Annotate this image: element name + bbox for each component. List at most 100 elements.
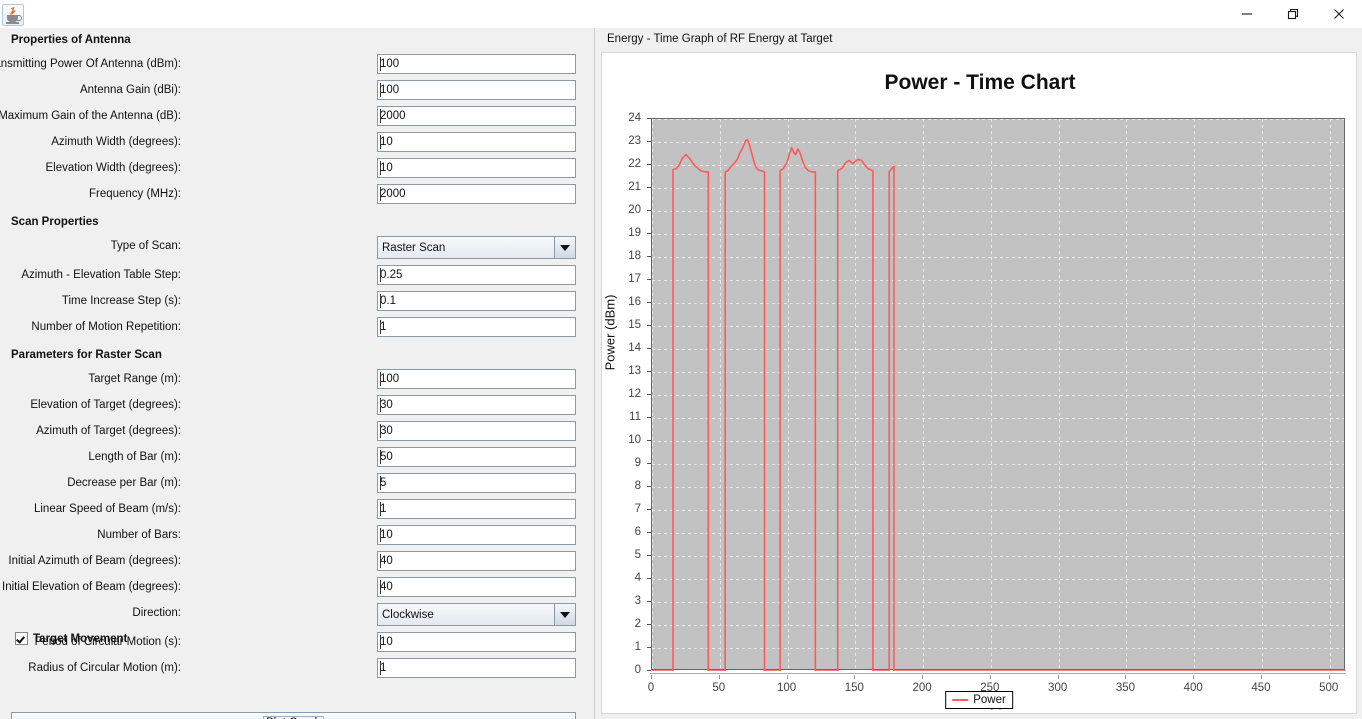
legend-color-swatch <box>952 699 969 701</box>
input-elevation-of-target-degrees[interactable]: 30 <box>377 395 576 415</box>
x-axis-tick-label: 100 <box>776 682 797 694</box>
y-axis-tick-label: 23 <box>628 135 641 147</box>
x-axis-tick-label: 500 <box>1319 682 1339 694</box>
close-icon[interactable] <box>1316 0 1362 28</box>
field-label: Frequency (MHz): <box>88 188 181 200</box>
y-axis-label: Power (dBm) <box>602 294 618 371</box>
field-label: Decrease per Bar (m): <box>67 477 181 489</box>
legend-label: Power <box>973 694 1006 706</box>
parameters-panel: Properties of Antenna Transmitting Power … <box>0 28 595 719</box>
field-label: Length of Bar (m): <box>88 451 181 463</box>
window-titlebar <box>0 0 1362 28</box>
x-axis-tick-label: 400 <box>1183 682 1203 694</box>
input-radius-of-circular-motion-m[interactable]: 1 <box>377 658 576 678</box>
x-axis-tick-label: 150 <box>844 682 864 694</box>
input-azimuth-of-target-degrees[interactable]: 30 <box>377 421 576 441</box>
field-row: Number of Motion Repetition: 1 <box>0 317 576 337</box>
chevron-down-icon[interactable] <box>554 237 575 258</box>
y-axis-tick-label: 2 <box>634 618 641 630</box>
field-label: Number of Bars: <box>97 529 181 541</box>
x-axis-tick-label: 350 <box>1115 682 1135 694</box>
chevron-down-icon[interactable] <box>554 604 575 625</box>
field-row: Elevation of Target (degrees): 30 <box>0 395 576 415</box>
input-linear-speed-of-beam-m-s[interactable]: 1 <box>377 499 576 519</box>
y-axis-tick-label: 24 <box>628 112 641 124</box>
x-axis-tick-label: 200 <box>912 682 932 694</box>
restore-icon[interactable] <box>1270 0 1316 28</box>
combo-selected-value: Raster Scan <box>382 241 446 254</box>
x-axis-tick-mark <box>1125 675 1127 679</box>
field-label: Azimuth Width (degrees): <box>51 136 181 148</box>
y-axis-tick-label: 0 <box>634 664 641 676</box>
application-window: Properties of Antenna Transmitting Power … <box>0 0 1362 719</box>
target-movement-checkbox[interactable]: Target Movement <box>15 632 127 645</box>
field-label: Radius of Circular Motion (m): <box>28 662 181 674</box>
java-coffee-cup-icon <box>2 3 24 26</box>
y-axis-tick-label: 22 <box>628 158 641 170</box>
input-number-of-motion-repetition[interactable]: 1 <box>377 317 576 337</box>
combo-type-of-scan[interactable]: Raster Scan <box>377 236 576 259</box>
section-title-3: Parameters for Raster Scan <box>11 349 162 361</box>
x-axis-tick-mark <box>1260 675 1262 679</box>
input-number-of-bars[interactable]: 10 <box>377 525 576 545</box>
checkbox-indicator[interactable] <box>15 632 28 645</box>
input-frequency-mhz[interactable]: 2000 <box>377 184 576 204</box>
x-axis-tick-mark <box>854 675 856 679</box>
section-title-1: Properties of Antenna <box>11 34 131 46</box>
y-axis-tick-label: 15 <box>628 319 641 331</box>
y-axis-tick-label: 10 <box>628 434 641 446</box>
field-row: Target Range (m): 100 <box>0 369 576 389</box>
input-initial-azimuth-of-beam-degrees[interactable]: 40 <box>377 551 576 571</box>
x-axis-tick-label: 300 <box>1048 682 1068 694</box>
chart-panel-header: Energy - Time Graph of RF Energy at Targ… <box>607 33 833 45</box>
y-axis-tick-label: 18 <box>628 250 641 262</box>
input-elevation-width-degrees[interactable]: 10 <box>377 158 576 178</box>
field-label: Number of Motion Repetition: <box>31 321 181 333</box>
x-axis-tick-mark <box>1193 675 1195 679</box>
window-controls <box>1224 0 1362 28</box>
plot-graph-button[interactable]: Plot Graph <box>11 712 576 719</box>
x-axis-tick-mark <box>786 675 788 679</box>
input-decrease-per-bar-m[interactable]: 5 <box>377 473 576 493</box>
plot-area <box>651 118 1345 670</box>
target-movement-label: Target Movement <box>33 632 128 645</box>
input-initial-elevation-of-beam-degrees[interactable]: 40 <box>377 577 576 597</box>
chart-title: Power - Time Chart <box>884 71 1076 94</box>
field-row: Frequency (MHz): 2000 <box>0 184 576 204</box>
field-row: Maximum Gain of the Antenna (dB): 2000 <box>0 106 576 126</box>
minimize-icon[interactable] <box>1224 0 1270 28</box>
field-row: Direction: Clockwise <box>0 603 576 626</box>
field-row: Linear Speed of Beam (m/s): 1 <box>0 499 576 519</box>
field-label: Initial Azimuth of Beam (degrees): <box>8 555 181 567</box>
x-axis-tick-label: 0 <box>647 682 655 694</box>
combo-direction[interactable]: Clockwise <box>377 603 576 626</box>
input-azimuth-width-degrees[interactable]: 10 <box>377 132 576 152</box>
field-label: Time Increase Step (s): <box>61 295 181 307</box>
input-period-of-circular-motion-s[interactable]: 10 <box>377 632 576 652</box>
field-label: Antenna Gain (dBi): <box>79 84 181 96</box>
field-label: Azimuth of Target (degrees): <box>36 425 181 437</box>
input-time-increase-step-s[interactable]: 0.1 <box>377 291 576 311</box>
y-axis-tick-label: 16 <box>628 296 641 308</box>
field-row: Initial Azimuth of Beam (degrees): 40 <box>0 551 576 571</box>
y-axis-tick-label: 5 <box>634 549 641 561</box>
field-row: Transmitting Power Of Antenna (dBm): 100 <box>0 54 576 74</box>
field-label: Linear Speed of Beam (m/s): <box>33 503 181 515</box>
field-label: Type of Scan: <box>110 240 181 252</box>
input-maximum-gain-of-the-antenna-db[interactable]: 2000 <box>377 106 576 126</box>
y-axis-tick-label: 17 <box>628 273 641 285</box>
y-axis-tick-label: 19 <box>628 227 641 239</box>
input-azimuth-elevation-table-step[interactable]: 0.25 <box>377 265 576 285</box>
field-row: Elevation Width (degrees): 10 <box>0 158 576 178</box>
input-transmitting-power-of-antenna-dbm[interactable]: 100 <box>377 54 576 74</box>
field-row: Azimuth - Elevation Table Step: 0.25 <box>0 265 576 285</box>
y-axis-tick-label: 1 <box>634 641 641 653</box>
field-row: Azimuth Width (degrees): 10 <box>0 132 576 152</box>
x-axis-tick-label: 50 <box>712 682 726 694</box>
chart-container: Power - Time Chart Power (dBm) Time (s) … <box>601 52 1357 714</box>
y-axis-tick-label: 14 <box>628 342 641 354</box>
input-target-range-m[interactable]: 100 <box>377 369 576 389</box>
input-length-of-bar-m[interactable]: 50 <box>377 447 576 467</box>
field-row: Decrease per Bar (m): 5 <box>0 473 576 493</box>
input-antenna-gain-dbi[interactable]: 100 <box>377 80 576 100</box>
